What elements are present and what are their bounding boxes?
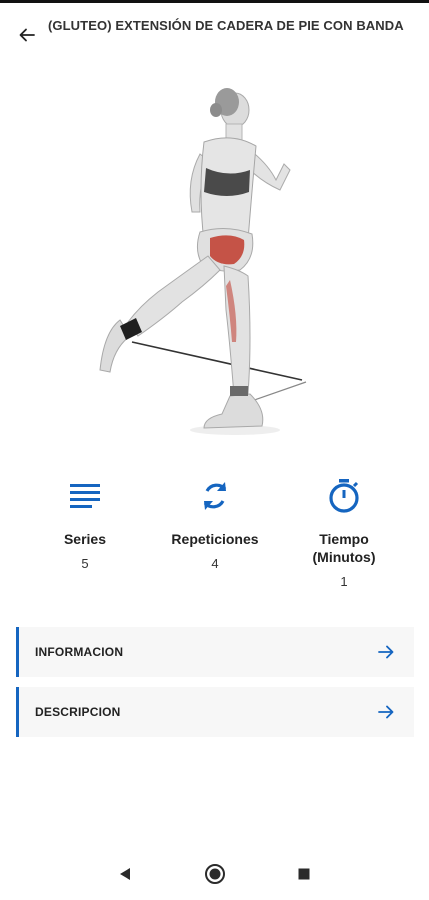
page-title: (GLUTEO) EXTENSIÓN DE CADERA DE PIE CON … (48, 18, 404, 33)
stat-value: 4 (211, 556, 219, 571)
nav-home-button[interactable] (203, 862, 227, 886)
system-navigation-bar (0, 848, 429, 900)
nav-back-button[interactable] (113, 862, 137, 886)
description-row[interactable]: DESCRIPCION (16, 687, 414, 737)
information-row[interactable]: INFORMACION (16, 627, 414, 677)
stat-series: Series 5 (20, 470, 150, 571)
app-header: (GLUTEO) EXTENSIÓN DE CADERA DE PIE CON … (0, 8, 429, 52)
nav-home-icon (205, 864, 225, 884)
stat-time: Tiempo (Minutos) 1 (279, 470, 409, 589)
stat-label: Tiempo (Minutos) (312, 531, 376, 565)
nav-recents-button[interactable] (292, 862, 316, 886)
row-label: DESCRIPCION (35, 705, 121, 719)
stopwatch-icon (329, 479, 359, 513)
exercise-illustration (80, 80, 340, 445)
arrow-right-icon (374, 700, 398, 724)
stat-label: Series (63, 531, 107, 547)
nav-recents-icon (298, 868, 310, 880)
back-button[interactable] (14, 22, 40, 48)
list-lines-icon (70, 484, 100, 508)
arrow-right-icon (374, 640, 398, 664)
arrow-left-icon (19, 28, 35, 42)
stat-label: Repeticiones (171, 531, 259, 547)
stat-value: 5 (81, 556, 89, 571)
status-bar-edge (0, 0, 429, 3)
repeat-icon (203, 482, 227, 510)
stat-value: 1 (340, 574, 348, 589)
stat-repetitions: Repeticiones 4 (150, 470, 280, 571)
nav-back-icon (120, 868, 130, 880)
row-label: INFORMACION (35, 645, 124, 659)
exercise-stats: Series 5 Repeticiones 4 Tiempo (Minutos)… (0, 470, 429, 610)
